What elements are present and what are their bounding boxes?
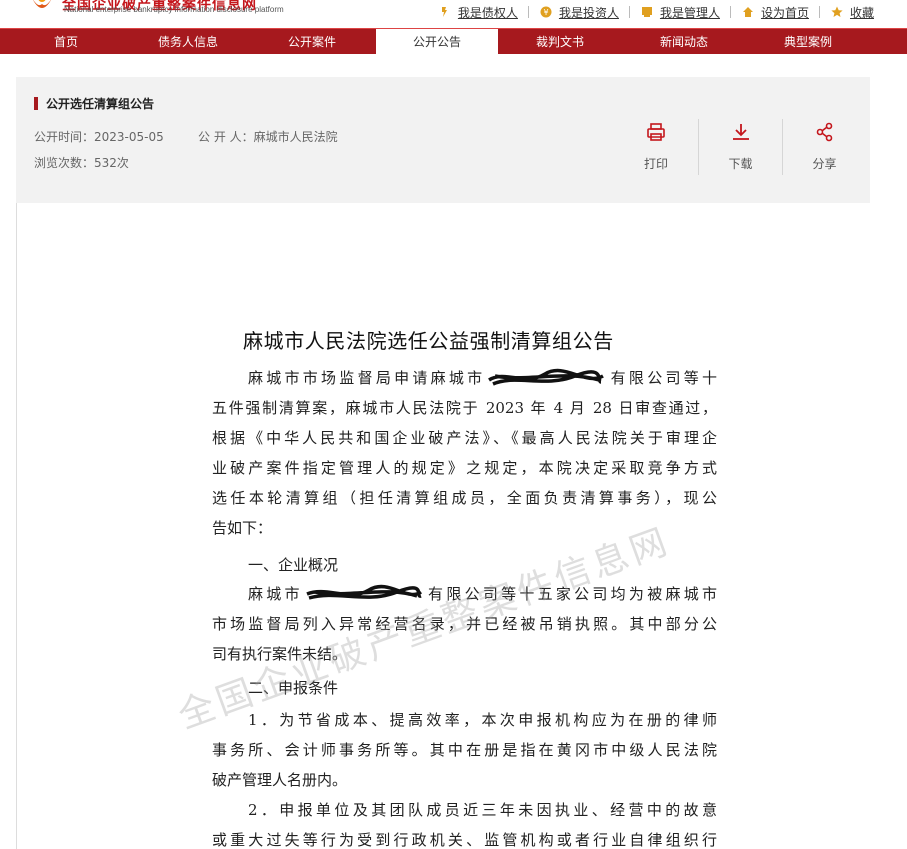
view-count: 浏览次数：532次: [34, 154, 129, 171]
view-count-value: 532次: [94, 156, 129, 170]
nav-item-typical-cases[interactable]: 典型案例: [766, 29, 850, 55]
text-line: 麻城市市场监督局申请麻城市 有限公司等十: [212, 363, 717, 393]
investor-link-label: 我是投资人: [558, 5, 619, 20]
nav-item-home[interactable]: 首页: [24, 29, 108, 55]
download-button[interactable]: 下载: [698, 119, 782, 175]
svg-text:¥: ¥: [543, 8, 548, 17]
document-viewer: 麻城市人民法院选任公益强制清算组公告 麻城市市场监督局申请麻城市 有限公司等十 五…: [16, 203, 870, 849]
text-line: 业破产案件指定管理人的规定》之规定，本院决定采取竞争方式: [212, 459, 717, 477]
publish-time-value: 2023-05-05: [94, 130, 164, 144]
share-label: 分享: [812, 157, 837, 171]
print-icon: [647, 123, 665, 141]
redaction-scribble: [488, 368, 605, 386]
creditor-link-label: 我是债权人: [457, 5, 518, 20]
view-count-label: 浏览次数：: [34, 156, 95, 170]
publisher: 公 开 人：麻城市人民法院: [198, 128, 338, 145]
text-line: 选任本轮清算组（担任清算组成员，全面负责清算事务），现公: [212, 489, 717, 507]
favorite-label: 收藏: [849, 5, 874, 20]
text-line: 麻城市 有限公司等十五家公司均为被麻城市: [212, 579, 717, 609]
text-line: 市场监督局列入异常经营名录，并已经被吊销执照。其中部分公: [212, 615, 717, 633]
print-label: 打印: [643, 157, 668, 171]
text-line: 五件强制清算案，麻城市人民法院于 2023 年 4 月 28 日审查通过，: [212, 399, 717, 417]
publish-time: 公开时间：2023-05-05: [34, 128, 164, 145]
creditor-icon: [441, 7, 447, 17]
document-title: 麻城市人民法院选任公益强制清算组公告: [243, 329, 614, 353]
redaction-scribble: [306, 584, 422, 600]
title-accent-bar: [34, 97, 38, 110]
publisher-value: 麻城市人民法院: [253, 130, 338, 144]
set-homepage-label: 设为首页: [760, 5, 809, 20]
divider: [818, 6, 820, 18]
share-button[interactable]: 分享: [782, 119, 866, 175]
top-header: 全国企业破产重整案件信息网 National enterprise bankru…: [0, 0, 907, 28]
notice-title-text: 公开选任清算组公告: [46, 97, 155, 111]
section-heading-application-conditions: 二、申报条件: [248, 679, 339, 697]
creditor-link[interactable]: 我是债权人: [438, 4, 518, 21]
logo-icon: [33, 0, 51, 8]
notice-title: 公开选任清算组公告: [34, 95, 154, 112]
notice-actions: 打印 下载 分享: [614, 119, 866, 175]
set-homepage-link[interactable]: 设为首页: [741, 4, 809, 21]
text-line: 事务所、会计师事务所等。其中在册是指在黄冈市中级人民法院: [212, 741, 717, 759]
text-line: 破产管理人名册内。: [212, 771, 348, 789]
home-icon: [742, 7, 753, 17]
text-line: 2．申报单位及其团队成员近三年未因执业、经营中的故意: [248, 801, 717, 819]
notice-info-panel: 公开选任清算组公告 公开时间：2023-05-05 公 开 人：麻城市人民法院 …: [16, 77, 870, 203]
share-icon: [816, 122, 832, 142]
text-line: 司有执行案件未结。: [212, 645, 348, 663]
paragraph-condition-1: 1．为节省成本、提高效率，本次申报机构应为在册的律师 事务所、会计师事务所等。其…: [212, 705, 717, 795]
nav-item-debtor-info[interactable]: 债务人信息: [146, 29, 230, 55]
paragraph-company-overview: 麻城市 有限公司等十五家公司均为被麻城市 市场监督局列入异常经营名录，并已经被吊销…: [212, 579, 717, 669]
divider: [729, 6, 731, 18]
investor-link[interactable]: ¥ 我是投资人: [539, 4, 619, 21]
administrator-link[interactable]: 我是管理人: [640, 4, 720, 21]
text-line: 告如下：: [212, 519, 273, 537]
download-label: 下载: [728, 157, 753, 171]
paragraph-intro: 麻城市市场监督局申请麻城市 有限公司等十 五件强制清算案，麻城市人民法院于 202…: [212, 363, 717, 543]
nav-item-judgments[interactable]: 裁判文书: [518, 29, 602, 55]
nav-item-public-notices[interactable]: 公开公告: [376, 29, 498, 55]
investor-icon: ¥: [540, 6, 552, 18]
logo-subtitle: National enterprise bankruptcy informati…: [64, 5, 284, 14]
star-icon: [831, 6, 843, 17]
section-heading-company-overview: 一、企业概况: [248, 556, 339, 574]
text-line: 根据《中华人民共和国企业破产法》、《最高人民法院关于审理企: [212, 429, 717, 447]
nav-item-news[interactable]: 新闻动态: [642, 29, 726, 55]
favorite-link[interactable]: 收藏: [830, 4, 874, 21]
top-links: 我是债权人 ¥ 我是投资人 我是管理人 设为首页 收藏: [438, 3, 874, 21]
publish-time-label: 公开时间：: [34, 130, 95, 144]
publisher-label: 公 开 人：: [198, 130, 254, 144]
administrator-icon: [641, 7, 652, 17]
main-nav: 首页 债务人信息 公开案件 公开公告 裁判文书 新闻动态 典型案例: [0, 28, 907, 55]
nav-item-public-cases[interactable]: 公开案件: [270, 29, 354, 55]
text-line: 1．为节省成本、提高效率，本次申报机构应为在册的律师: [248, 711, 717, 729]
paragraph-condition-2: 2．申报单位及其团队成员近三年未因执业、经营中的故意 或重大过失等行为受到行政机…: [212, 795, 717, 849]
print-button[interactable]: 打印: [614, 119, 698, 175]
administrator-link-label: 我是管理人: [659, 5, 720, 20]
text-line: 或重大过失等行为受到行政机关、监管机构或者行业自律组织行: [212, 831, 717, 849]
divider: [628, 6, 630, 18]
download-icon: [732, 124, 749, 140]
divider: [527, 6, 529, 18]
